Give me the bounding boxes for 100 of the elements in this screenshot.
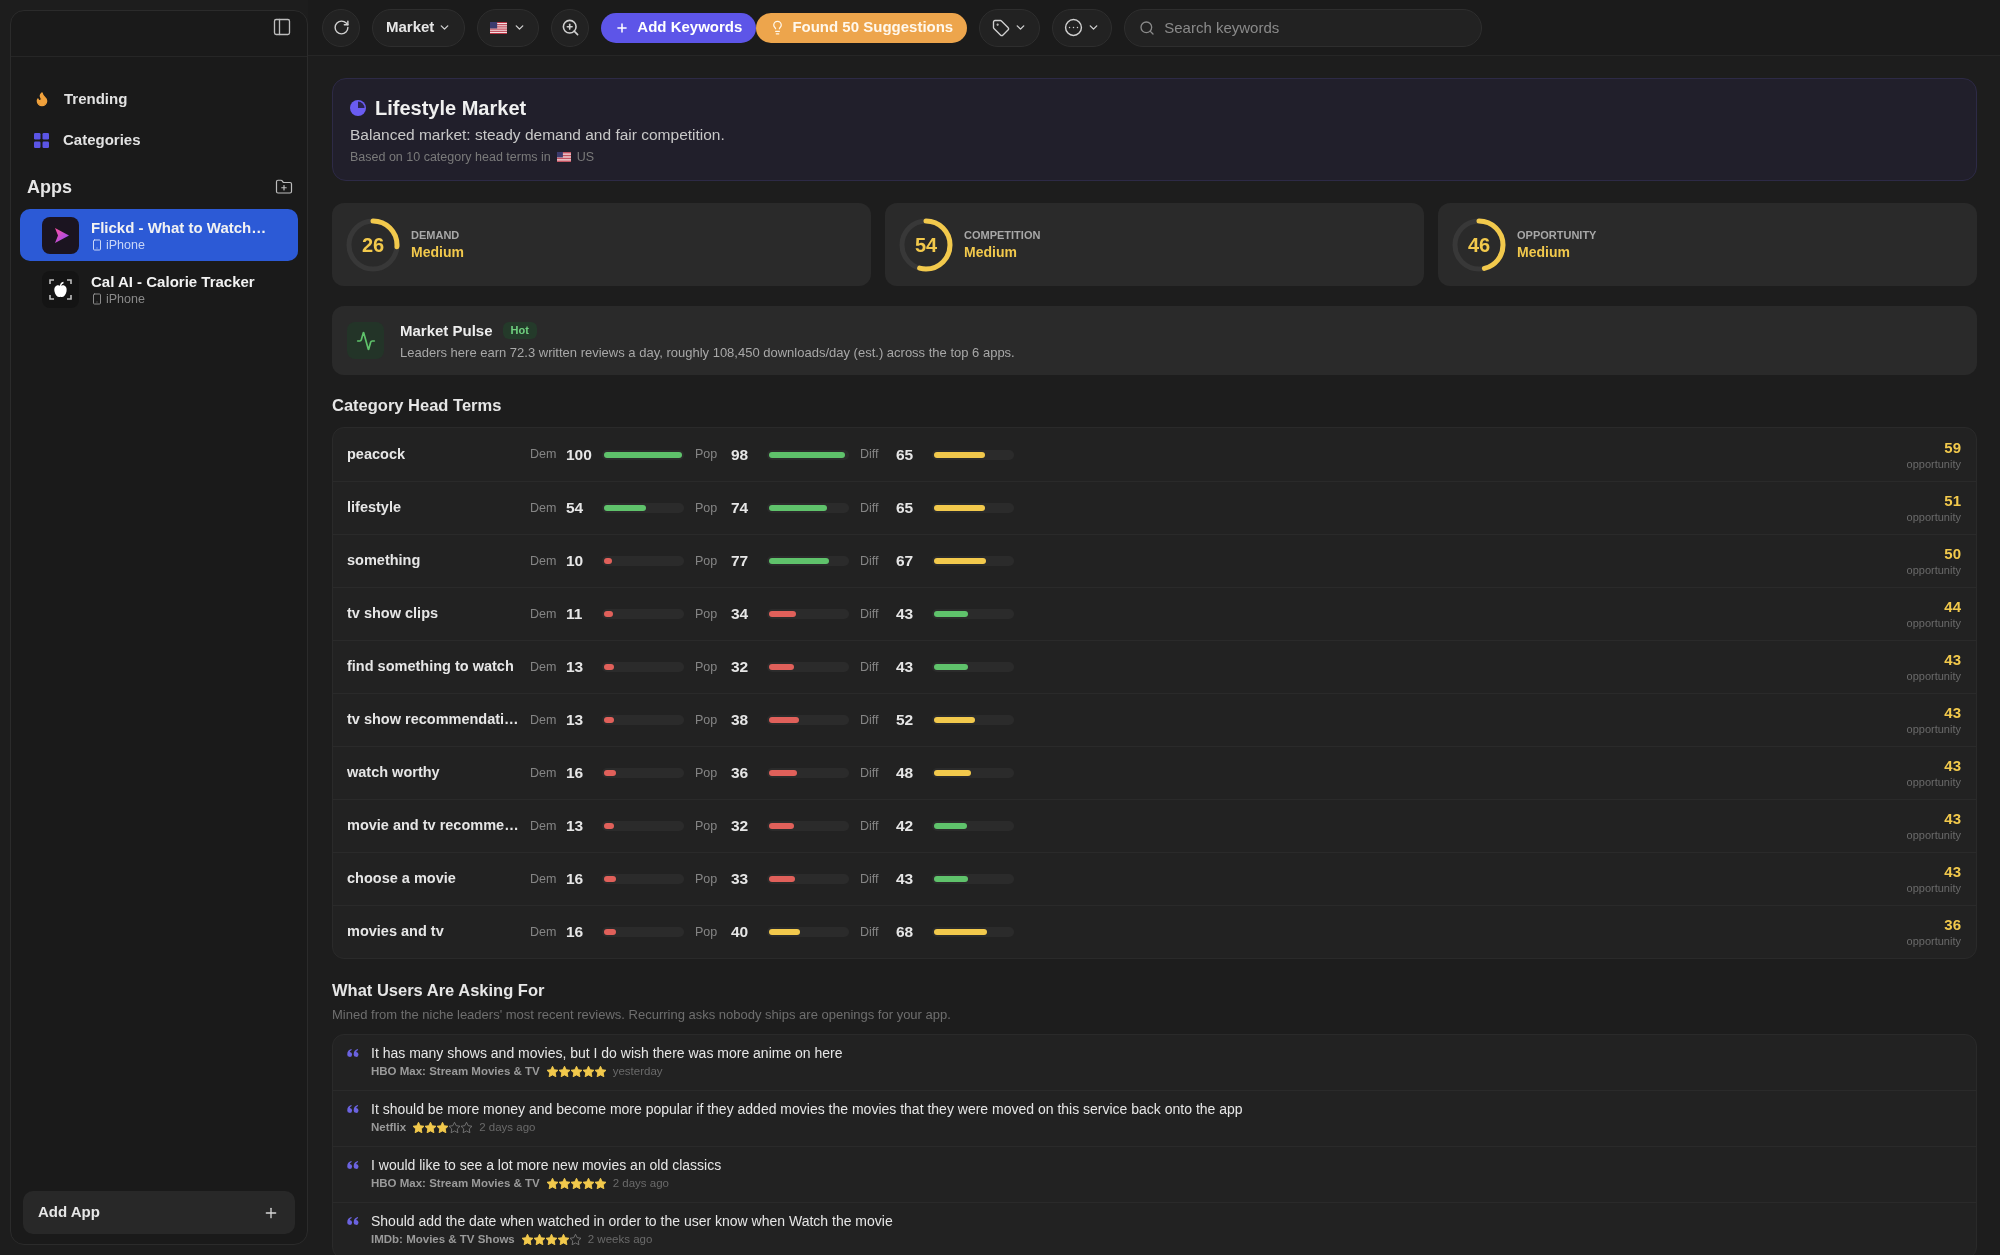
tag-icon [992, 18, 1011, 37]
review-app-name: IMDb: Movies & TV Shows [371, 1231, 515, 1247]
review-date: 2 days ago [612, 1175, 669, 1191]
nav-item[interactable]: Trending [21, 79, 297, 119]
grid-icon [34, 132, 49, 148]
score-label: Pop [695, 764, 719, 782]
star-icon [582, 1066, 594, 1077]
opportunity-score: 43 [1944, 704, 1961, 722]
refresh-icon [332, 19, 350, 36]
score-label: Diff [860, 764, 880, 782]
search-field[interactable]: Search keywords [1124, 8, 1483, 47]
new-folder-icon[interactable] [275, 178, 293, 196]
more-menu[interactable] [1052, 8, 1113, 47]
score-value: 67 [896, 551, 915, 572]
add-app-button[interactable]: Add App [23, 1191, 295, 1234]
star-icon [558, 1066, 570, 1077]
score-label: Dem [530, 499, 558, 517]
star-icon [461, 1122, 473, 1133]
app-name: Flickd - What to Watch… [91, 217, 267, 237]
score-value: 43 [896, 869, 915, 890]
quote-icon [347, 1217, 359, 1225]
opportunity-label: opportunity [1906, 616, 1961, 630]
score-label: Diff [860, 870, 880, 888]
review-app-name: Netflix [371, 1119, 407, 1135]
apps-heading: Apps [27, 175, 72, 199]
score-value: 54 [566, 498, 585, 519]
opportunity-label: opportunity [1906, 881, 1961, 895]
quote-icon [347, 1161, 359, 1169]
star-icon [569, 1234, 581, 1245]
opportunity-score: 43 [1944, 863, 1961, 881]
app-icon [42, 216, 79, 254]
score-label: Dem [530, 552, 558, 570]
review-app-name: HBO Max: Stream Movies & TV [371, 1063, 540, 1079]
score-value: 38 [731, 710, 750, 731]
star-icon [582, 1178, 594, 1189]
score-label: Diff [860, 446, 880, 464]
review-text: It has many shows and movies, but I do wish there was more anime on here [371, 1044, 843, 1063]
keyword: peacock [347, 444, 407, 464]
score-label: Pop [695, 446, 719, 464]
opportunity-score: 43 [1944, 810, 1961, 828]
score-value: 48 [896, 763, 915, 784]
star-icon [557, 1234, 569, 1245]
opportunity-score: 36 [1944, 916, 1961, 934]
flame-icon [34, 91, 50, 107]
metric-value: 54 [914, 232, 938, 258]
metric-rating: Medium [964, 242, 1018, 262]
search-icon [1139, 19, 1156, 36]
score-value: 100 [566, 444, 593, 465]
pie-chart-icon [350, 99, 366, 116]
more-icon [1064, 18, 1084, 37]
market-menu[interactable]: Market [372, 8, 466, 47]
star-icon [570, 1066, 582, 1077]
pulse-text: Leaders here earn 72.3 written reviews a day, roughly 108,450 downloads/day (est.) across the top 6 apps. [400, 343, 1015, 361]
metric-label: OPPORTUNITY [1517, 227, 1597, 243]
score-value: 13 [566, 816, 585, 837]
score-value: 36 [731, 763, 750, 784]
score-label: Pop [695, 711, 719, 729]
sidebar-toggle-icon[interactable] [272, 17, 292, 37]
metric-rating: Medium [411, 242, 464, 262]
market-summary: Balanced market: steady demand and fair competition. [350, 124, 726, 145]
score-value: 16 [566, 922, 585, 943]
opportunity-score: 51 [1944, 492, 1961, 510]
score-label: Diff [860, 923, 880, 941]
quote-icon [347, 1105, 359, 1113]
refresh-button[interactable] [322, 8, 360, 47]
score-label: Dem [530, 605, 558, 623]
score-value: 13 [566, 657, 585, 678]
tag-menu[interactable] [979, 8, 1041, 47]
score-value: 32 [731, 657, 750, 678]
opportunity-label: opportunity [1906, 934, 1961, 948]
nav-item[interactable]: Categories [21, 120, 297, 160]
keyword: choose a movie [347, 869, 457, 889]
opportunity-label: opportunity [1906, 669, 1961, 683]
app-icon [42, 270, 79, 308]
hot-badge: Hot [502, 322, 537, 339]
zoom-button[interactable] [551, 8, 590, 47]
star-icon [533, 1234, 545, 1245]
country-menu[interactable] [477, 8, 540, 47]
score-label: Pop [695, 552, 719, 570]
score-label: Pop [695, 870, 719, 888]
section-subtitle: Mined from the niche leaders' most recent reviews. Recurring asks nobody ships are openings for your app. [332, 1007, 952, 1023]
score-label: Pop [695, 923, 719, 941]
add-keywords-button[interactable]: Add Keywords [601, 12, 757, 43]
score-value: 40 [731, 922, 750, 943]
score-value: 33 [731, 869, 750, 890]
app-list-item[interactable]: Cal AI - Calorie Tracker iPhone [20, 263, 298, 315]
score-label: Dem [530, 658, 558, 676]
star-icon [558, 1178, 570, 1189]
review-date: yesterday [612, 1063, 663, 1079]
opportunity-label: opportunity [1906, 722, 1961, 736]
metric-label: COMPETITION [964, 227, 1041, 243]
review-date: 2 weeks ago [587, 1231, 653, 1247]
opportunity-score: 50 [1944, 545, 1961, 563]
score-label: Pop [695, 817, 719, 835]
app-list-item[interactable]: Flickd - What to Watch… iPhone [20, 209, 298, 261]
score-value: 16 [566, 763, 585, 784]
opportunity-score: 59 [1944, 438, 1961, 457]
score-label: Pop [695, 658, 719, 676]
opportunity-score: 43 [1944, 651, 1961, 669]
score-value: 65 [896, 444, 915, 465]
